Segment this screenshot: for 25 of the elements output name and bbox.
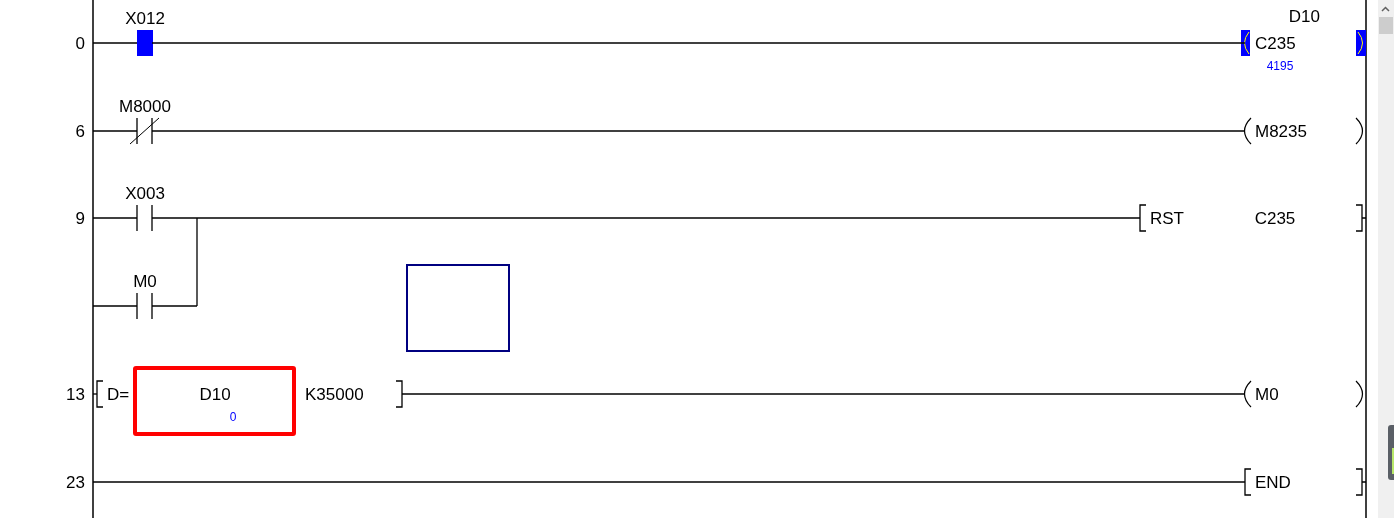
coil-operand: C235 xyxy=(1255,34,1296,53)
operand-label: D10 xyxy=(1288,7,1320,26)
scroll-up-icon[interactable] xyxy=(1381,6,1390,12)
contact-label: M0 xyxy=(133,272,157,291)
compare-operand: K35000 xyxy=(305,385,364,404)
scrollbar-thumb[interactable] xyxy=(1379,17,1393,34)
step-number: 0 xyxy=(75,34,85,53)
compare-operator: D= xyxy=(107,385,130,404)
current-value: 0 xyxy=(229,410,237,424)
instruction-name: END xyxy=(1255,473,1291,492)
step-number: 9 xyxy=(75,209,85,228)
coil-operand: M0 xyxy=(1255,385,1279,404)
scrollbar-track[interactable] xyxy=(1378,0,1394,518)
step-number: 6 xyxy=(75,122,85,141)
step-number: 23 xyxy=(66,473,85,492)
step-number: 13 xyxy=(66,385,85,404)
compare-operand: D10 xyxy=(199,385,231,404)
current-value: 4195 xyxy=(1266,59,1294,73)
contact-label: X012 xyxy=(125,9,165,28)
side-widget[interactable] xyxy=(1388,425,1394,480)
instruction-operand: C235 xyxy=(1254,209,1296,228)
contact-label: M8000 xyxy=(119,97,171,116)
coil-operand: M8235 xyxy=(1255,122,1307,141)
contact-label: X003 xyxy=(125,184,165,203)
instruction-name: RST xyxy=(1150,209,1184,228)
